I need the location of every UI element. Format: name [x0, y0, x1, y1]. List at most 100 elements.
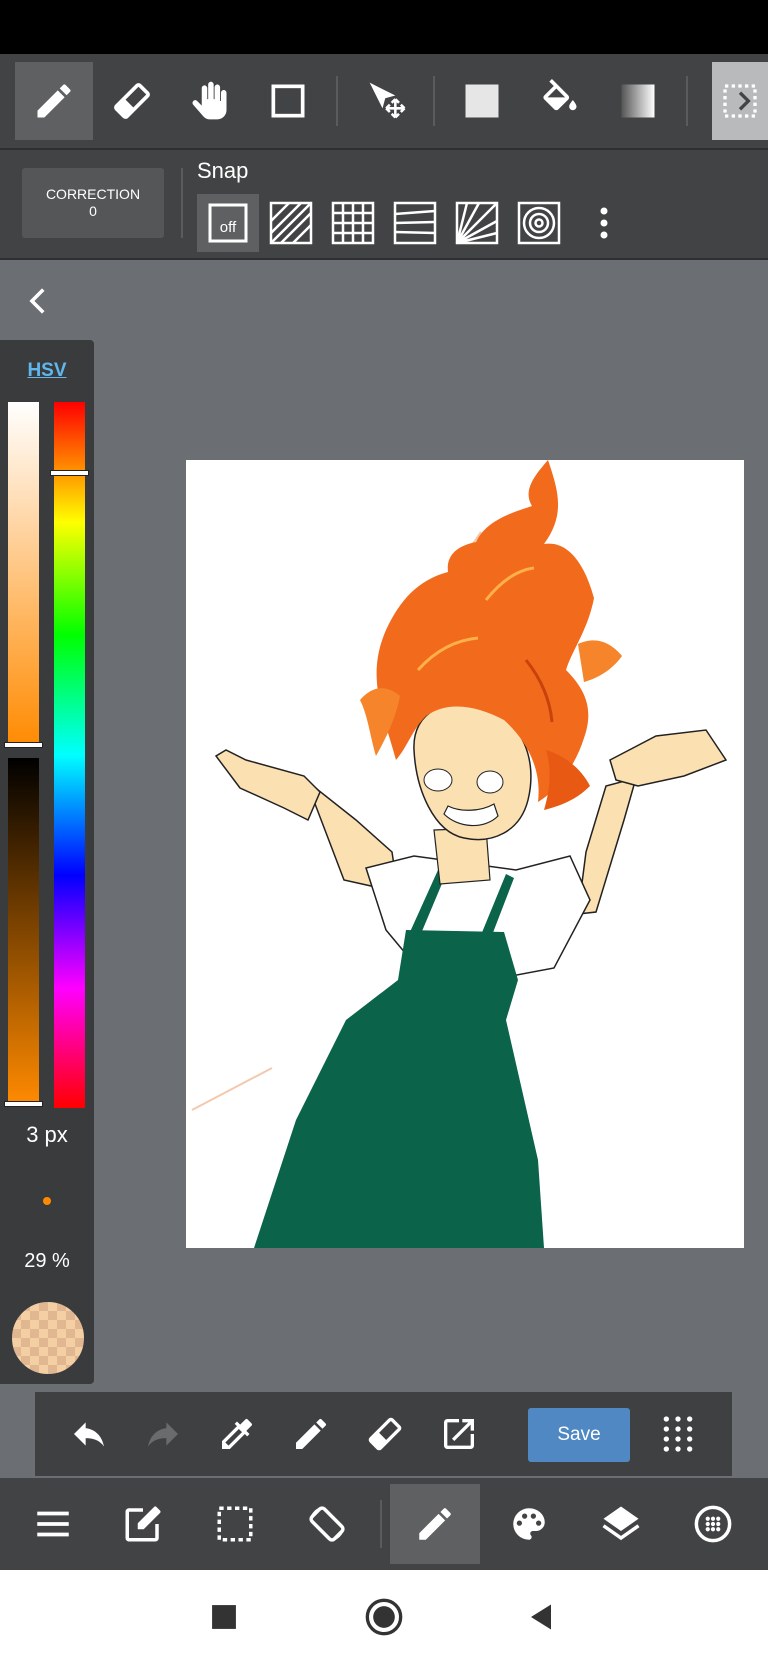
selection-chevron-icon: [723, 84, 757, 118]
divider: [433, 76, 435, 126]
color-panel: HSV 3 px 29 %: [0, 340, 94, 1384]
hand-icon: [192, 81, 227, 120]
brush-panel-button[interactable]: [390, 1484, 480, 1564]
circle-home-icon: [365, 1598, 403, 1636]
radial-lines-icon: [455, 201, 499, 245]
left-hand: [214, 749, 321, 822]
rectangle-tool-button[interactable]: [249, 62, 327, 140]
parallel-lines-icon: [269, 201, 313, 245]
dotted-circle-icon: [694, 1505, 732, 1543]
chevron-left-icon[interactable]: [22, 284, 56, 318]
paint-bucket-icon: [543, 79, 577, 111]
more-vertical-icon: [600, 207, 608, 239]
concentric-circles-icon: [517, 201, 561, 245]
eraser-tool-button[interactable]: [93, 62, 171, 140]
square-icon: [212, 1605, 236, 1629]
undo-button[interactable]: [65, 1410, 113, 1458]
undo-icon: [74, 1422, 104, 1447]
menu-button[interactable]: [10, 1484, 96, 1564]
edit-button[interactable]: [100, 1484, 186, 1564]
eyedropper-button[interactable]: [213, 1410, 261, 1458]
divider: [336, 76, 338, 126]
system-navigation-bar: [0, 1570, 768, 1664]
hue-slider[interactable]: [54, 402, 85, 1108]
right-eye: [476, 770, 504, 794]
palette-icon: [513, 1508, 545, 1540]
dashed-selection-icon: [217, 1506, 253, 1542]
layers-icon: [602, 1506, 640, 1541]
eraser-icon: [368, 1417, 402, 1451]
brush-size-value[interactable]: 3 px: [0, 1122, 94, 1148]
eraser-icon: [114, 83, 150, 119]
right-hand: [609, 729, 728, 787]
rotate-canvas-button[interactable]: [284, 1484, 370, 1564]
divider: [380, 1500, 382, 1548]
color-palette-button[interactable]: [486, 1484, 572, 1564]
apron: [254, 930, 544, 1248]
hue-handle[interactable]: [50, 470, 89, 476]
home-button[interactable]: [361, 1594, 407, 1640]
triangle-back-icon: [531, 1604, 551, 1630]
filled-square-icon: [465, 84, 499, 118]
grid-icon: [331, 201, 375, 245]
save-button[interactable]: Save: [528, 1408, 630, 1462]
illustration: [191, 460, 728, 1248]
left-eye: [423, 768, 453, 792]
selection-tool-button[interactable]: [712, 62, 768, 140]
value-slider[interactable]: [8, 758, 39, 1104]
status-bar: [0, 0, 768, 54]
snap-grid-button[interactable]: [322, 194, 384, 252]
layers-button[interactable]: [578, 1484, 664, 1564]
eyedropper-icon: [222, 1419, 252, 1449]
bucket-tool-button[interactable]: [521, 62, 599, 140]
main-bottom-bar: [0, 1478, 768, 1570]
opacity-value[interactable]: 29 %: [0, 1250, 94, 1273]
snap-concentric-button[interactable]: [508, 194, 570, 252]
export-button[interactable]: [435, 1410, 483, 1458]
recents-button[interactable]: [201, 1594, 247, 1640]
snap-off-button[interactable]: off: [197, 194, 259, 252]
gradient-tool-button[interactable]: [599, 62, 677, 140]
open-external-icon: [444, 1419, 474, 1449]
snap-radial-button[interactable]: [446, 194, 508, 252]
move-tool-button[interactable]: [349, 62, 427, 140]
snap-off-icon: off: [208, 203, 248, 243]
fill-color-tool-button[interactable]: [443, 62, 521, 140]
sketch-stroke: [191, 1067, 273, 1111]
hair-strand: [578, 640, 622, 682]
hsv-mode-link[interactable]: HSV: [0, 360, 94, 382]
perspective-lines-icon: [393, 201, 437, 245]
more-grid-button[interactable]: [654, 1410, 702, 1458]
saturation-slider[interactable]: [8, 402, 39, 748]
tool-bar: [0, 54, 768, 150]
divider: [181, 168, 183, 238]
gradient-icon: [621, 84, 655, 118]
snap-parallel-button[interactable]: [260, 194, 322, 252]
settings-button[interactable]: [670, 1484, 756, 1564]
snap-more-button[interactable]: [574, 194, 634, 252]
select-button[interactable]: [192, 1484, 278, 1564]
correction-button[interactable]: CORRECTION 0: [22, 168, 164, 238]
saturation-handle[interactable]: [4, 742, 43, 748]
redo-icon: [148, 1422, 178, 1447]
current-color-swatch[interactable]: [10, 1300, 86, 1376]
tool-options-bar: CORRECTION 0 Snap off: [0, 150, 768, 260]
redo-button[interactable]: [139, 1410, 187, 1458]
brush-preview-dot: [43, 1197, 51, 1205]
quick-pen-button[interactable]: [287, 1410, 335, 1458]
snap-off-text: off: [220, 219, 237, 236]
edit-square-icon: [125, 1506, 161, 1542]
dots-grid-icon: [663, 1416, 693, 1452]
hand-tool-button[interactable]: [171, 62, 249, 140]
divider: [686, 76, 688, 126]
pen-tool-button[interactable]: [15, 62, 93, 140]
value-handle[interactable]: [4, 1101, 43, 1107]
snap-perspective-button[interactable]: [384, 194, 446, 252]
rotate-device-icon: [309, 1506, 345, 1542]
back-button[interactable]: [518, 1594, 564, 1640]
pen-icon: [296, 1418, 326, 1449]
correction-label: CORRECTION: [45, 186, 141, 202]
pen-icon: [37, 84, 71, 118]
drawing-canvas[interactable]: [186, 460, 744, 1248]
quick-eraser-button[interactable]: [361, 1410, 409, 1458]
